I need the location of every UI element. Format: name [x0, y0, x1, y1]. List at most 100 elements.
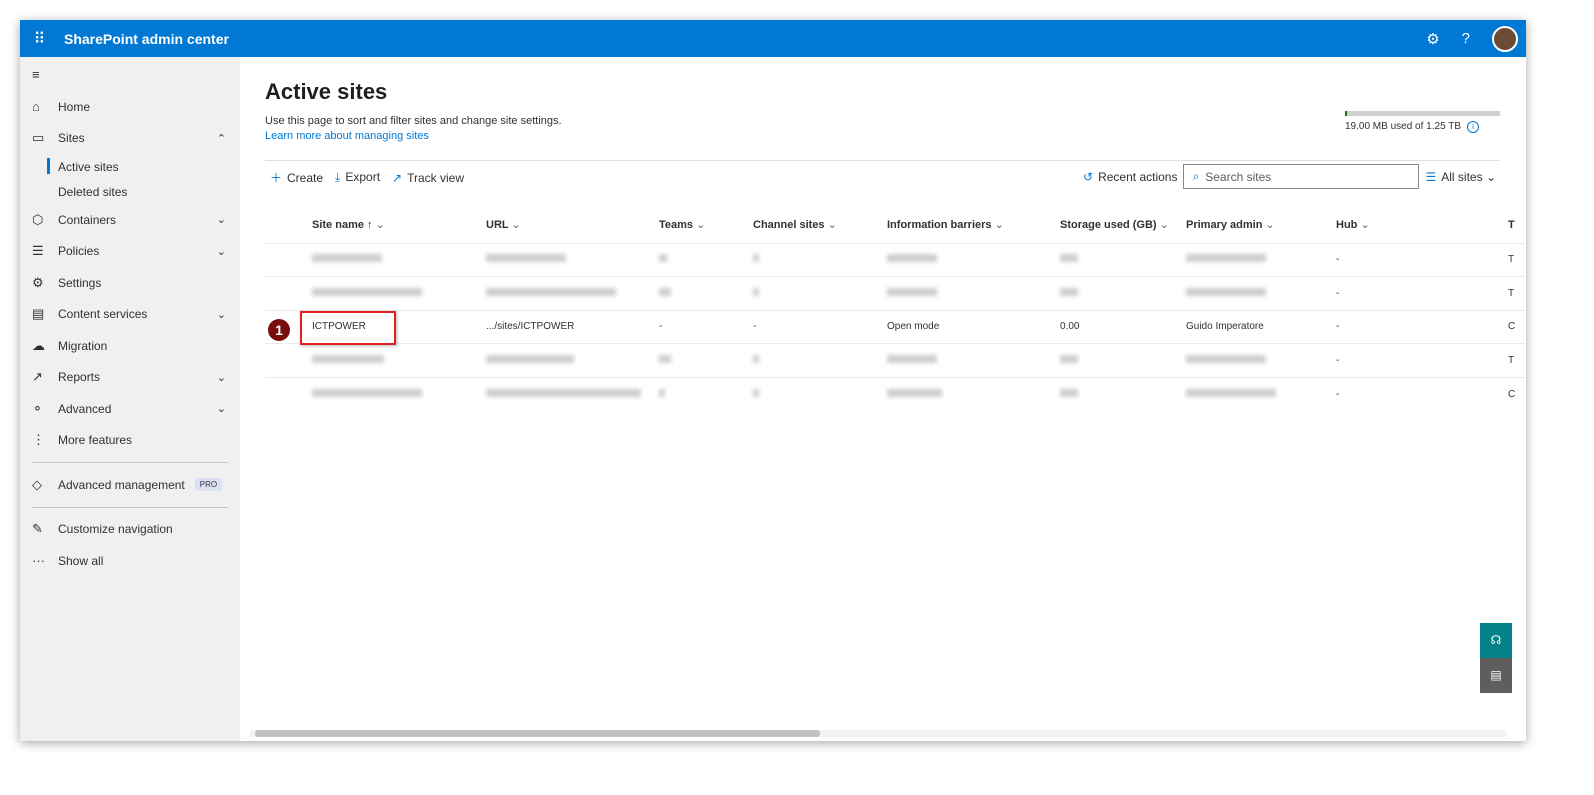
- gear-icon[interactable]: ⚙: [1426, 30, 1439, 48]
- chevron-down-icon: ⌄: [1360, 219, 1370, 232]
- chevron-icon[interactable]: ⌃: [217, 132, 226, 145]
- search-icon: ⌕: [1192, 169, 1200, 183]
- sidebar-item-settings[interactable]: ⚙ Settings: [20, 267, 240, 299]
- sidebar-item-advanced[interactable]: ⚬ Advanced ⌄: [20, 393, 240, 425]
- sidebar-item-label: Settings: [58, 275, 102, 290]
- redacted-cell: [1186, 276, 1336, 310]
- sidebar-item-content-services[interactable]: ▤ Content services ⌄: [20, 299, 240, 331]
- redacted-cell: [486, 276, 659, 310]
- sidebar-item-label: Deleted sites: [58, 184, 128, 199]
- nav-icon: ⚬: [32, 400, 43, 416]
- export-button[interactable]: ⤓ Export: [335, 170, 380, 185]
- sidebar-item-more-features[interactable]: ⋮ More features: [20, 425, 240, 457]
- redacted-cell: [312, 242, 486, 277]
- divider: [32, 506, 228, 508]
- track-view-button[interactable]: ↗ Track view: [392, 171, 464, 185]
- sidebar-item-active-sites[interactable]: Active sites: [20, 154, 240, 179]
- sidebar-item-label: Active sites: [58, 159, 119, 174]
- cell-last: T: [1508, 343, 1525, 377]
- redacted-cell: [1186, 376, 1336, 411]
- cell-hub: -: [1336, 376, 1508, 411]
- redacted-cell: [312, 343, 486, 377]
- nav-icon: ▭: [32, 130, 45, 146]
- sidebar-item-home[interactable]: ⌂ Home: [20, 91, 240, 123]
- sidebar-item-show-all[interactable]: ··· Show all: [20, 545, 240, 577]
- sidebar-item-label: Home: [58, 99, 91, 114]
- redacted-cell: [659, 276, 753, 310]
- sidebar-item-label: Containers: [58, 212, 117, 227]
- sidebar-item-label: Content services: [58, 307, 148, 322]
- avatar[interactable]: [1492, 25, 1518, 52]
- chevron-icon[interactable]: ⌄: [217, 213, 226, 226]
- divider: [32, 462, 228, 463]
- column-header[interactable]: Information barriers ⌄: [887, 207, 1060, 243]
- nav-icon: ↗: [32, 369, 43, 385]
- nav-icon: ⬡: [32, 211, 44, 227]
- view-selector[interactable]: ☰ All sites ⌄: [1425, 170, 1496, 184]
- sidebar-item-reports[interactable]: ↗ Reports ⌄: [20, 362, 240, 394]
- table-row[interactable]: -C: [265, 376, 1525, 411]
- help-support-button[interactable]: ☊: [1480, 623, 1512, 658]
- chart-line-icon: ↗: [392, 170, 403, 185]
- nav-icon: ⋮: [32, 432, 45, 448]
- sidebar-item-label: Policies: [58, 244, 100, 259]
- sidebar-item-sites[interactable]: ▭ Sites ⌃: [20, 123, 240, 155]
- chevron-icon[interactable]: ⌄: [217, 308, 226, 321]
- pro-badge: PRO: [194, 478, 223, 492]
- cell-last: C: [1508, 309, 1525, 344]
- cell-last: T: [1508, 242, 1525, 277]
- nav-icon: ⚙: [32, 274, 44, 290]
- cell-last: C: [1508, 376, 1525, 411]
- redacted-cell: [753, 276, 887, 310]
- column-header[interactable]: T: [1508, 207, 1525, 243]
- info-icon[interactable]: i: [1467, 121, 1480, 133]
- sidebar-item-customize-navigation[interactable]: ✎ Customize navigation: [20, 514, 240, 546]
- column-header[interactable]: Channel sites ⌄: [753, 207, 887, 243]
- sidebar-item-advanced-management[interactable]: ◇ Advanced management PRO: [20, 469, 240, 501]
- create-button[interactable]: ＋ Create: [270, 169, 323, 186]
- sites-table: Site name ↑ ⌄ URL ⌄ Teams ⌄ Channel sites ⌄…: [265, 207, 1525, 411]
- help-icon[interactable]: ?: [1462, 30, 1470, 47]
- column-header[interactable]: Hub ⌄: [1336, 207, 1508, 243]
- column-header[interactable]: URL ⌄: [486, 207, 659, 243]
- sidebar-item-containers[interactable]: ⬡ Containers ⌄: [20, 204, 240, 236]
- filter-lines-icon: ☰: [1425, 169, 1437, 184]
- app-launcher-icon[interactable]: ⠿: [20, 29, 58, 49]
- chevron-icon[interactable]: ⌄: [217, 402, 226, 415]
- nav-icon: ···: [32, 553, 45, 569]
- table-row[interactable]: -T: [265, 276, 1525, 310]
- redacted-cell: [659, 343, 753, 377]
- column-header[interactable]: Teams ⌄: [659, 207, 753, 243]
- cell-hub: -: [1336, 309, 1508, 344]
- nav-icon: ◇: [32, 476, 42, 492]
- nav-icon: ✎: [32, 521, 43, 537]
- download-icon: ⤓: [335, 170, 341, 184]
- table-row[interactable]: -T: [265, 242, 1525, 277]
- column-header[interactable]: Storage used (GB) ⌄: [1060, 207, 1186, 243]
- redacted-cell: [486, 343, 659, 377]
- redacted-cell: [887, 343, 1060, 377]
- hamburger-icon[interactable]: ≡: [20, 57, 240, 91]
- column-header[interactable]: Primary admin ⌄: [1186, 207, 1336, 243]
- sidebar-item-deleted-sites[interactable]: Deleted sites: [20, 179, 240, 204]
- table-row[interactable]: -T: [265, 343, 1525, 377]
- sidebar-item-label: Customize navigation: [58, 522, 173, 537]
- sidebar-item-policies[interactable]: ☰ Policies ⌄: [20, 236, 240, 268]
- recent-actions-button[interactable]: ↺ Recent actions: [1083, 170, 1177, 184]
- learn-more-link[interactable]: Learn more about managing sites: [265, 130, 429, 142]
- chevron-icon[interactable]: ⌄: [217, 245, 226, 258]
- chevron-icon[interactable]: ⌄: [217, 371, 226, 384]
- horizontal-scrollbar[interactable]: [250, 730, 1506, 737]
- redacted-cell: [1060, 276, 1186, 310]
- table-row[interactable]: ICTPOWER .../sites/ICTPOWER - - Open mode 0.0…: [265, 309, 1525, 344]
- chevron-down-icon: ⌄: [827, 219, 837, 232]
- search-input[interactable]: ⌕ Search sites: [1183, 164, 1420, 189]
- chevron-down-icon: ⌄: [696, 219, 706, 232]
- sidebar-item-migration[interactable]: ☁ Migration: [20, 330, 240, 362]
- column-header[interactable]: Site name ↑ ⌄: [312, 207, 486, 243]
- sidebar: ≡ ⌂ Home ▭ Sites ⌃ Active sites Deleted sites ⬡…: [20, 57, 240, 741]
- cell-url[interactable]: .../sites/ICTPOWER: [486, 309, 659, 344]
- redacted-cell: [312, 276, 486, 310]
- feedback-button[interactable]: ▤: [1480, 658, 1512, 693]
- chevron-down-icon: ⌄: [375, 219, 385, 232]
